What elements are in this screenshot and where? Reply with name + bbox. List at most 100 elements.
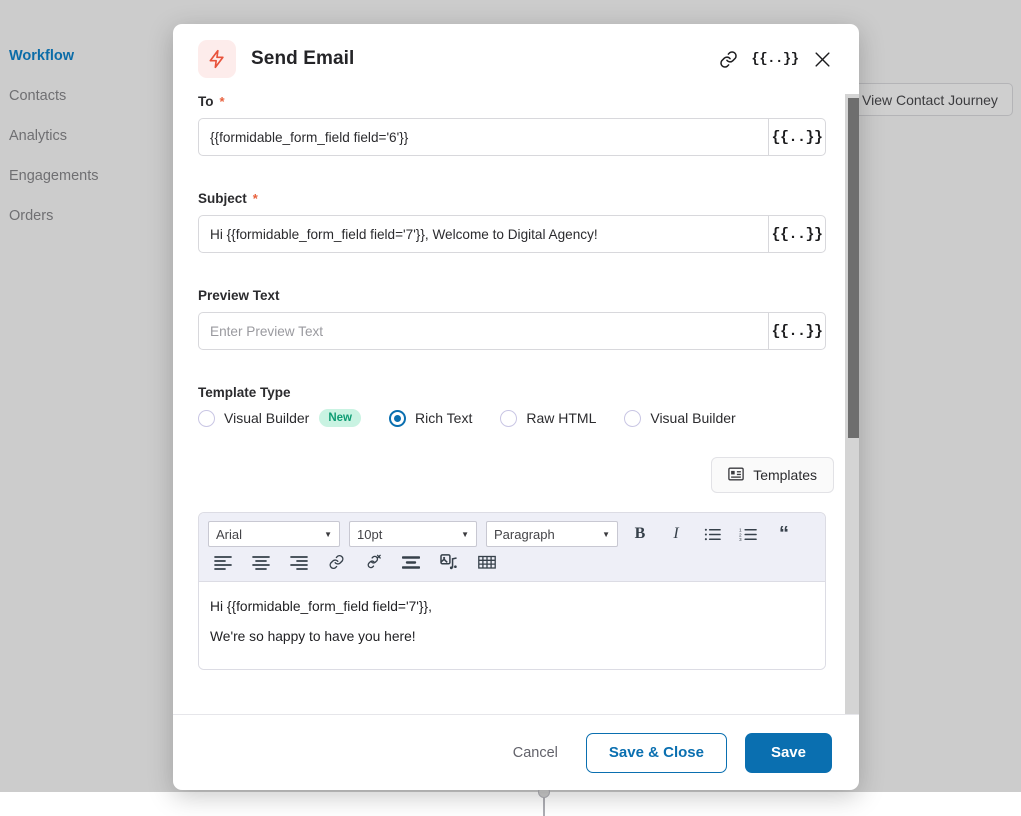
save-and-close-button[interactable]: Save & Close — [585, 732, 727, 773]
link-icon[interactable] — [328, 554, 345, 575]
merge-tag-glyph: {{..}} — [771, 225, 823, 243]
italic-icon[interactable]: I — [663, 521, 689, 547]
sidebar-item-engagements[interactable]: Engagements — [0, 156, 150, 196]
modal-header: Send Email {{..}} — [173, 24, 859, 94]
radio-label: Visual Builder — [224, 410, 310, 426]
page-title: Send Email — [251, 48, 355, 69]
rich-text-editor: Arial ▼ 10pt ▼ Paragraph ▼ B I 1 2 3 “ H… — [198, 512, 826, 670]
radio-option-visual-builder-new[interactable]: Visual Builder New — [198, 409, 362, 427]
required-asterisk: * — [219, 94, 225, 109]
preview-text-field-label: Preview Text — [198, 288, 834, 303]
radio-circle-icon — [500, 409, 518, 427]
to-field-row: {{..}} — [198, 118, 826, 156]
radio-label: Visual Builder — [650, 410, 736, 426]
template-type-radio-group: Visual Builder New Rich Text Raw HTML Vi… — [198, 409, 834, 427]
radio-label: Rich Text — [415, 410, 473, 426]
editor-line: We're so happy to have you here! — [210, 629, 416, 644]
bullet-list-icon[interactable] — [699, 521, 725, 547]
radio-label: Raw HTML — [526, 410, 597, 426]
modal-scrollbar[interactable] — [845, 94, 859, 714]
templates-button[interactable]: Templates — [711, 457, 834, 493]
chevron-down-icon: ▼ — [461, 529, 469, 539]
radio-option-rich-text[interactable]: Rich Text — [389, 409, 473, 427]
subject-input[interactable] — [198, 215, 768, 253]
radio-circle-icon — [198, 409, 215, 427]
blockquote-icon[interactable]: “ — [771, 521, 797, 547]
save-button[interactable]: Save — [744, 732, 832, 773]
subject-merge-tag-button[interactable]: {{..}} — [768, 215, 826, 253]
preview-text-label-text: Preview Text — [198, 288, 280, 303]
templates-button-label: Templates — [753, 467, 817, 483]
workflow-connector-node — [538, 786, 550, 816]
editor-toolbar-row-2 — [208, 554, 816, 575]
template-type-label-text: Template Type — [198, 385, 291, 400]
to-label-text: To — [198, 94, 214, 109]
font-size-value: 10pt — [357, 526, 383, 542]
modal-footer: Cancel Save & Close Save — [173, 714, 859, 790]
chevron-down-icon: ▼ — [324, 529, 332, 539]
sidebar-item-orders[interactable]: Orders — [0, 196, 150, 236]
send-email-modal: Send Email {{..}} To * {{formidable_form… — [173, 24, 859, 790]
merge-tag-glyph: {{..}} — [751, 51, 799, 67]
sidebar-nav: Workflow Contacts Analytics Engagements … — [0, 24, 150, 792]
align-center-icon[interactable] — [252, 555, 270, 575]
align-left-icon[interactable] — [214, 555, 232, 575]
insert-table-icon[interactable] — [478, 555, 496, 575]
chevron-down-icon: ▼ — [602, 529, 610, 539]
align-right-icon[interactable] — [290, 555, 308, 575]
connector-line — [543, 797, 545, 816]
subject-field-row: {{..}} — [198, 215, 826, 253]
cancel-button[interactable]: Cancel — [503, 737, 568, 769]
editor-toolbar-row-1: Arial ▼ 10pt ▼ Paragraph ▼ B I 1 2 3 “ — [208, 521, 816, 547]
block-format-select[interactable]: Paragraph ▼ — [486, 521, 618, 547]
new-badge: New — [319, 409, 362, 427]
numbered-list-icon[interactable]: 1 2 3 — [735, 521, 761, 547]
bold-icon[interactable]: B — [627, 521, 653, 547]
templates-button-row: Templates — [198, 457, 834, 493]
template-card-icon — [728, 467, 744, 484]
view-contact-journey-label: View Contact Journey — [862, 91, 998, 108]
page-bottom-strip — [0, 792, 1021, 816]
app-root: Workflow Contacts Analytics Engagements … — [0, 0, 1021, 816]
radio-option-raw-html[interactable]: Raw HTML — [500, 409, 597, 427]
horizontal-rule-icon[interactable] — [401, 555, 421, 575]
modal-scroll-content: To * {{..}} Subject * — [198, 94, 834, 680]
sidebar-item-label: Engagements — [9, 168, 99, 184]
close-icon[interactable] — [811, 48, 833, 70]
radio-circle-icon — [389, 409, 407, 427]
template-type-label: Template Type — [198, 385, 834, 400]
radio-option-visual-builder[interactable]: Visual Builder — [624, 409, 736, 427]
modal-body: To * {{..}} Subject * — [173, 94, 859, 714]
unlink-icon[interactable] — [365, 554, 382, 575]
blockquote-glyph: “ — [779, 523, 789, 545]
subject-field-label: Subject * — [198, 191, 834, 206]
preview-text-merge-tag-button[interactable]: {{..}} — [768, 312, 826, 350]
editor-line: Hi {{formidable_form_field field='7'}}, — [210, 599, 432, 614]
sidebar-item-label: Orders — [9, 208, 54, 224]
merge-tag-glyph: {{..}} — [771, 128, 823, 146]
scrollbar-thumb[interactable] — [848, 98, 859, 438]
radio-circle-icon — [624, 409, 642, 427]
sidebar-item-analytics[interactable]: Analytics — [0, 116, 150, 156]
insert-media-icon[interactable] — [440, 554, 458, 575]
font-size-select[interactable]: 10pt ▼ — [349, 521, 477, 547]
block-format-value: Paragraph — [494, 526, 555, 542]
editor-content-area[interactable]: Hi {{formidable_form_field field='7'}}, … — [199, 581, 825, 669]
preview-text-input[interactable] — [198, 312, 768, 350]
view-contact-journey-button[interactable]: View Contact Journey — [853, 83, 1013, 116]
modal-header-actions: {{..}} — [717, 48, 833, 70]
font-family-select[interactable]: Arial ▼ — [208, 521, 340, 547]
link-icon[interactable] — [717, 48, 739, 70]
to-merge-tag-button[interactable]: {{..}} — [768, 118, 826, 156]
merge-tag-icon[interactable]: {{..}} — [751, 48, 799, 70]
sidebar-item-workflow[interactable]: Workflow — [0, 36, 150, 76]
subject-label-text: Subject — [198, 191, 247, 206]
sidebar-item-label: Analytics — [9, 128, 68, 144]
font-family-value: Arial — [216, 526, 243, 542]
sidebar-item-contacts[interactable]: Contacts — [0, 76, 150, 116]
editor-toolbar: Arial ▼ 10pt ▼ Paragraph ▼ B I 1 2 3 “ — [199, 513, 825, 581]
italic-glyph: I — [673, 525, 679, 542]
to-field-label: To * — [198, 94, 834, 109]
merge-tag-glyph: {{..}} — [771, 322, 823, 340]
to-input[interactable] — [198, 118, 768, 156]
